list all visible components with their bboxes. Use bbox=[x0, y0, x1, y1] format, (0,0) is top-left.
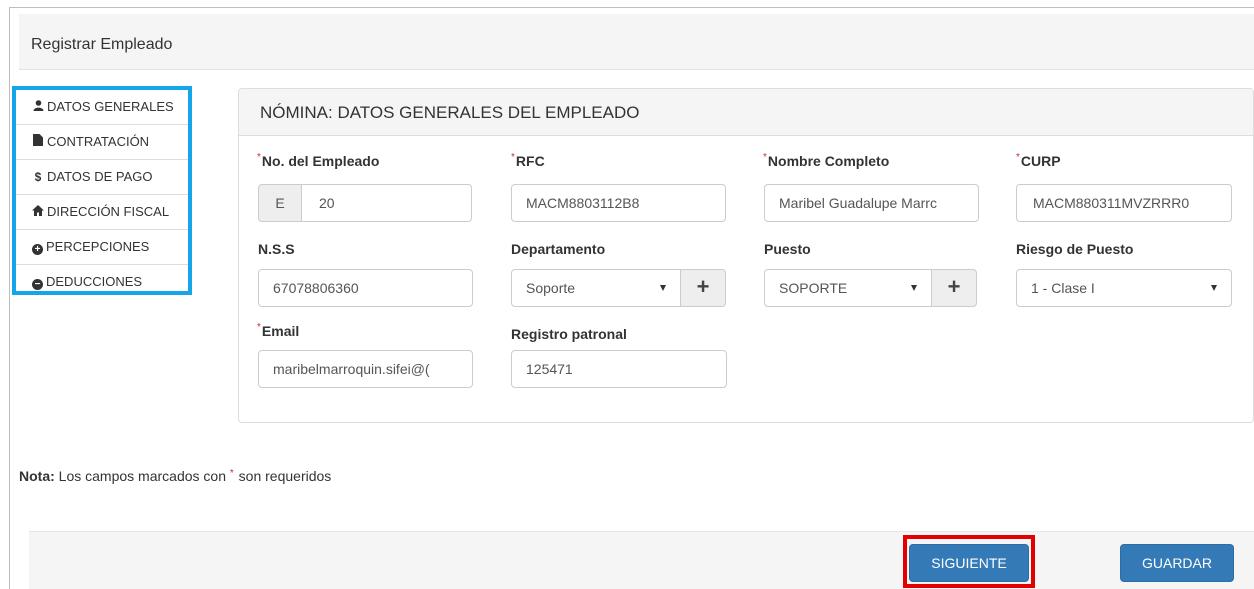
nav-item-label: DIRECCIÓN FISCAL bbox=[47, 204, 170, 219]
note-text: Los campos marcados con bbox=[54, 468, 230, 484]
page-header: Registrar Empleado bbox=[19, 14, 1254, 70]
puesto-selected: SOPORTE bbox=[779, 280, 848, 296]
required-mark: * bbox=[1016, 152, 1020, 163]
home-icon bbox=[32, 195, 44, 229]
note-text-end: son requeridos bbox=[234, 468, 332, 484]
page-title: Registrar Empleado bbox=[31, 36, 173, 53]
nav-item-contratacion[interactable]: CONTRATACIÓN bbox=[16, 125, 188, 160]
email-label: *Email bbox=[257, 322, 300, 339]
side-nav: DATOS GENERALES CONTRATACIÓN $ DATOS DE P… bbox=[12, 86, 192, 295]
footer-bar bbox=[29, 531, 1254, 589]
riesgo-selected: 1 - Clase I bbox=[1031, 280, 1095, 296]
nav-item-label: DEDUCCIONES bbox=[46, 274, 143, 289]
note-label: Nota: bbox=[19, 468, 55, 484]
required-mark: * bbox=[257, 322, 261, 333]
registro-patronal-input[interactable]: 125471 bbox=[511, 350, 727, 388]
curp-label: *CURP bbox=[1016, 152, 1061, 169]
riesgo-puesto-select[interactable]: 1 - Clase I bbox=[1016, 269, 1232, 307]
minus-circle-icon: − bbox=[32, 279, 43, 290]
required-mark: * bbox=[511, 152, 515, 163]
no-empleado-input[interactable]: 20 bbox=[301, 184, 472, 222]
label-text: CURP bbox=[1020, 153, 1061, 169]
registro-patronal-label: Registro patronal bbox=[511, 326, 627, 342]
nombre-completo-label: *Nombre Completo bbox=[763, 152, 890, 169]
panel-title: NÓMINA: DATOS GENERALES DEL EMPLEADO bbox=[260, 103, 640, 122]
curp-input[interactable]: MACM880311MVZRRR0 bbox=[1016, 184, 1232, 222]
email-input[interactable]: maribelmarroquin.sifei@( bbox=[258, 350, 473, 388]
nav-item-datos-generales[interactable]: DATOS GENERALES bbox=[16, 90, 188, 125]
label-text: Email bbox=[261, 323, 300, 339]
caret-down-icon bbox=[911, 285, 917, 291]
nav-item-label: DATOS GENERALES bbox=[47, 99, 174, 114]
puesto-select[interactable]: SOPORTE bbox=[764, 269, 932, 307]
required-mark: * bbox=[257, 152, 261, 163]
dollar-icon: $ bbox=[34, 170, 42, 184]
puesto-label: Puesto bbox=[764, 241, 811, 257]
label-text: Nombre Completo bbox=[767, 153, 890, 169]
siguiente-highlight-box bbox=[903, 535, 1035, 588]
nav-item-deducciones[interactable]: − DEDUCCIONES bbox=[16, 265, 188, 299]
user-icon bbox=[32, 90, 44, 124]
nav-item-percepciones[interactable]: + PERCEPCIONES bbox=[16, 230, 188, 265]
nombre-completo-input[interactable]: Maribel Guadalupe Marrc bbox=[764, 184, 979, 222]
caret-down-icon bbox=[1211, 285, 1217, 291]
nav-item-label: CONTRATACIÓN bbox=[47, 134, 150, 149]
nss-label: N.S.S bbox=[258, 241, 295, 257]
label-text: No. del Empleado bbox=[261, 153, 380, 169]
departamento-selected: Soporte bbox=[526, 280, 576, 296]
nss-input[interactable]: 67078806360 bbox=[258, 269, 473, 307]
nav-item-label: PERCEPCIONES bbox=[46, 239, 150, 254]
add-puesto-button[interactable]: + bbox=[931, 269, 977, 307]
required-mark: * bbox=[229, 468, 234, 479]
employee-prefix-addon: E bbox=[258, 184, 302, 222]
caret-down-icon bbox=[660, 285, 666, 291]
required-note: Nota: Los campos marcados con * son requ… bbox=[19, 468, 331, 484]
nav-item-datos-de-pago[interactable]: $ DATOS DE PAGO bbox=[16, 160, 188, 195]
riesgo-puesto-label: Riesgo de Puesto bbox=[1016, 241, 1134, 257]
nav-item-label: DATOS DE PAGO bbox=[47, 169, 153, 184]
required-mark: * bbox=[763, 152, 767, 163]
plus-circle-icon: + bbox=[32, 244, 43, 255]
label-text: RFC bbox=[515, 153, 545, 169]
no-empleado-label: *No. del Empleado bbox=[257, 152, 380, 169]
departamento-select[interactable]: Soporte bbox=[511, 269, 681, 307]
add-departamento-button[interactable]: + bbox=[680, 269, 726, 307]
departamento-label: Departamento bbox=[511, 241, 606, 257]
file-icon bbox=[32, 125, 44, 159]
nav-item-direccion-fiscal[interactable]: DIRECCIÓN FISCAL bbox=[16, 195, 188, 230]
rfc-input[interactable]: MACM8803112B8 bbox=[511, 184, 726, 222]
panel-heading: NÓMINA: DATOS GENERALES DEL EMPLEADO bbox=[239, 89, 1253, 136]
guardar-button[interactable]: GUARDAR bbox=[1120, 544, 1234, 582]
rfc-label: *RFC bbox=[511, 152, 545, 169]
